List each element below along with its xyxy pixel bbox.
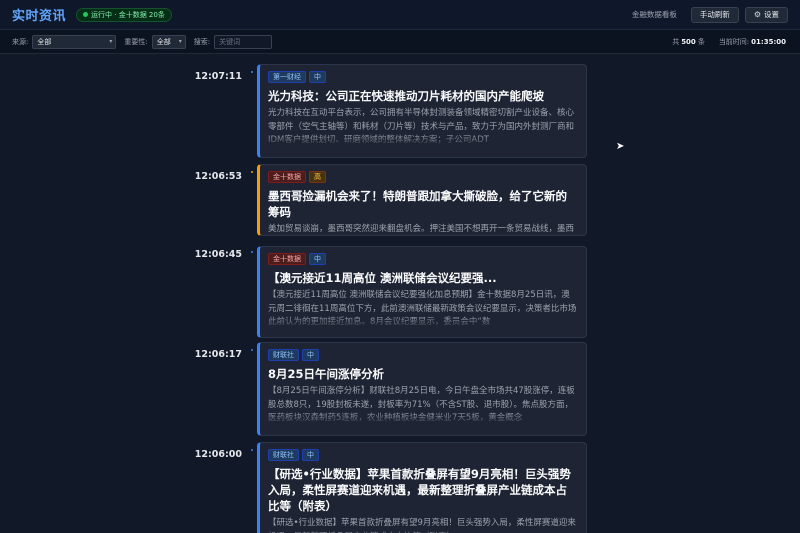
news-body: 【澳元接近11周高位 澳洲联储会议纪要强化加息预期】金十数据8月25日讯，澳元周…	[268, 289, 578, 330]
news-time: 12:06:53	[194, 171, 242, 182]
current-time-label: 当前时间:	[718, 37, 750, 46]
timeline-dot-icon	[251, 251, 253, 253]
news-tags: 第一财经 中	[268, 71, 578, 83]
search-label: 搜索:	[193, 37, 211, 46]
manual-refresh-button[interactable]: 手动刷新	[690, 6, 739, 23]
news-body: 【研选•行业数据】苹果首款折叠屏有望9月亮相！巨头强势入局，柔性屏赛道迎来机遇，…	[268, 517, 578, 533]
news-title: 【研选•行业数据】苹果首款折叠屏有望9月亮相！巨头强势入局，柔性屏赛道迎来机遇，…	[268, 467, 571, 513]
settings-button[interactable]: ⚙ 设置	[744, 6, 788, 23]
news-card[interactable]: 金十数据 中 【澳元接近11周高位 澳洲联储会议纪要强... 【澳元接近11周高…	[257, 246, 587, 338]
news-body: 光力科技在互动平台表示，公司拥有半导体封测装备领域精密切割产业设备、核心零部件（…	[268, 107, 578, 148]
total-prefix: 共	[672, 37, 680, 46]
news-time: 12:06:00	[194, 449, 242, 460]
total-suffix: 条	[697, 37, 705, 46]
filter-stats: 共 500 条 当前时间: 01:35:00	[672, 37, 788, 47]
importance-tag: 中	[309, 253, 326, 265]
news-card[interactable]: 财联社 中 8月25日午间涨停分析 【8月25日午间涨停分析】财联社8月25日电…	[257, 342, 587, 436]
timeline-dot-icon	[251, 349, 253, 351]
importance-label: 重要性:	[124, 37, 148, 46]
news-card[interactable]: 财联社 中 【研选•行业数据】苹果首款折叠屏有望9月亮相！巨头强势入局，柔性屏赛…	[257, 442, 587, 533]
mouse-cursor-icon: ➤	[616, 141, 625, 152]
status-text: 运行中 · 金十数据 20条	[91, 10, 165, 19]
importance-select[interactable]: 全部 ▾	[151, 34, 186, 49]
timeline-dot-icon	[251, 449, 253, 451]
news-time: 12:06:17	[194, 349, 242, 360]
status-dot-icon	[83, 12, 89, 17]
news-body: 美加贸易谈崩，墨西哥突然迎来翻盘机会。押注美国不想再开一条贸易战线，墨西哥赶上卓…	[268, 223, 578, 235]
source-label: 来源:	[12, 37, 29, 46]
news-tags: 财联社 中	[268, 349, 578, 361]
app-title: 实时资讯	[12, 9, 67, 24]
source-tag: 财联社	[268, 349, 299, 361]
news-card[interactable]: 金十数据 高 墨西哥捡漏机会来了！特朗普跟加拿大撕破脸，给了它新的筹码 美加贸易…	[257, 164, 587, 236]
total-count: 500	[681, 37, 696, 46]
news-tags: 财联社 中	[268, 449, 578, 461]
source-tag: 金十数据	[268, 253, 306, 265]
importance-tag: 高	[309, 171, 326, 183]
news-tags: 金十数据 中	[268, 253, 578, 265]
news-title: 8月25日午间涨停分析	[268, 367, 385, 381]
source-select-value: 全部	[37, 37, 52, 46]
gear-icon: ⚙	[753, 10, 761, 19]
news-title: 光力科技：公司正在快速推动刀片耗材的国内产能爬坡	[268, 89, 544, 103]
app-header: 实时资讯 运行中 · 金十数据 20条 金融数据看板 手动刷新 ⚙ 设置	[0, 0, 800, 30]
timeline-dot-icon	[251, 71, 253, 73]
source-tag: 财联社	[268, 449, 299, 461]
importance-tag: 中	[302, 449, 319, 461]
news-title: 【澳元接近11周高位 澳洲联储会议纪要强...	[268, 271, 497, 285]
importance-select-value: 全部	[156, 37, 171, 46]
settings-label: 设置	[764, 10, 779, 19]
current-time-value: 01:35:00	[751, 37, 786, 46]
chevron-down-icon: ▾	[109, 38, 113, 45]
news-title: 墨西哥捡漏机会来了！特朗普跟加拿大撕破脸，给了它新的筹码	[268, 189, 567, 219]
header-actions: 金融数据看板 手动刷新 ⚙ 设置	[632, 6, 788, 23]
source-tag: 金十数据	[268, 171, 306, 183]
timeline-dot-icon	[251, 171, 253, 173]
status-badge: 运行中 · 金十数据 20条	[76, 7, 172, 22]
importance-tag: 中	[302, 349, 319, 361]
chevron-down-icon: ▾	[178, 38, 182, 45]
news-card[interactable]: 第一财经 中 光力科技：公司正在快速推动刀片耗材的国内产能爬坡 光力科技在互动平…	[257, 64, 587, 158]
news-time: 12:06:45	[194, 249, 242, 260]
news-tags: 金十数据 高	[268, 171, 578, 183]
news-timeline[interactable]: 12:07:11 第一财经 中 光力科技：公司正在快速推动刀片耗材的国内产能爬坡…	[0, 54, 800, 533]
news-time: 12:07:11	[194, 71, 242, 82]
news-body: 【8月25日午间涨停分析】财联社8月25日电，今日午盘全市场共47股涨停，连板股…	[268, 385, 578, 426]
source-tag: 第一财经	[268, 71, 306, 83]
dashboard-link[interactable]: 金融数据看板	[632, 9, 677, 20]
source-select[interactable]: 全部 ▾	[32, 34, 117, 49]
filter-bar: 来源: 全部 ▾ 重要性: 全部 ▾ 搜索: 关键词 共 500 条 当前时间:…	[0, 30, 800, 54]
importance-tag: 中	[309, 71, 326, 83]
search-input[interactable]: 关键词	[214, 34, 273, 49]
